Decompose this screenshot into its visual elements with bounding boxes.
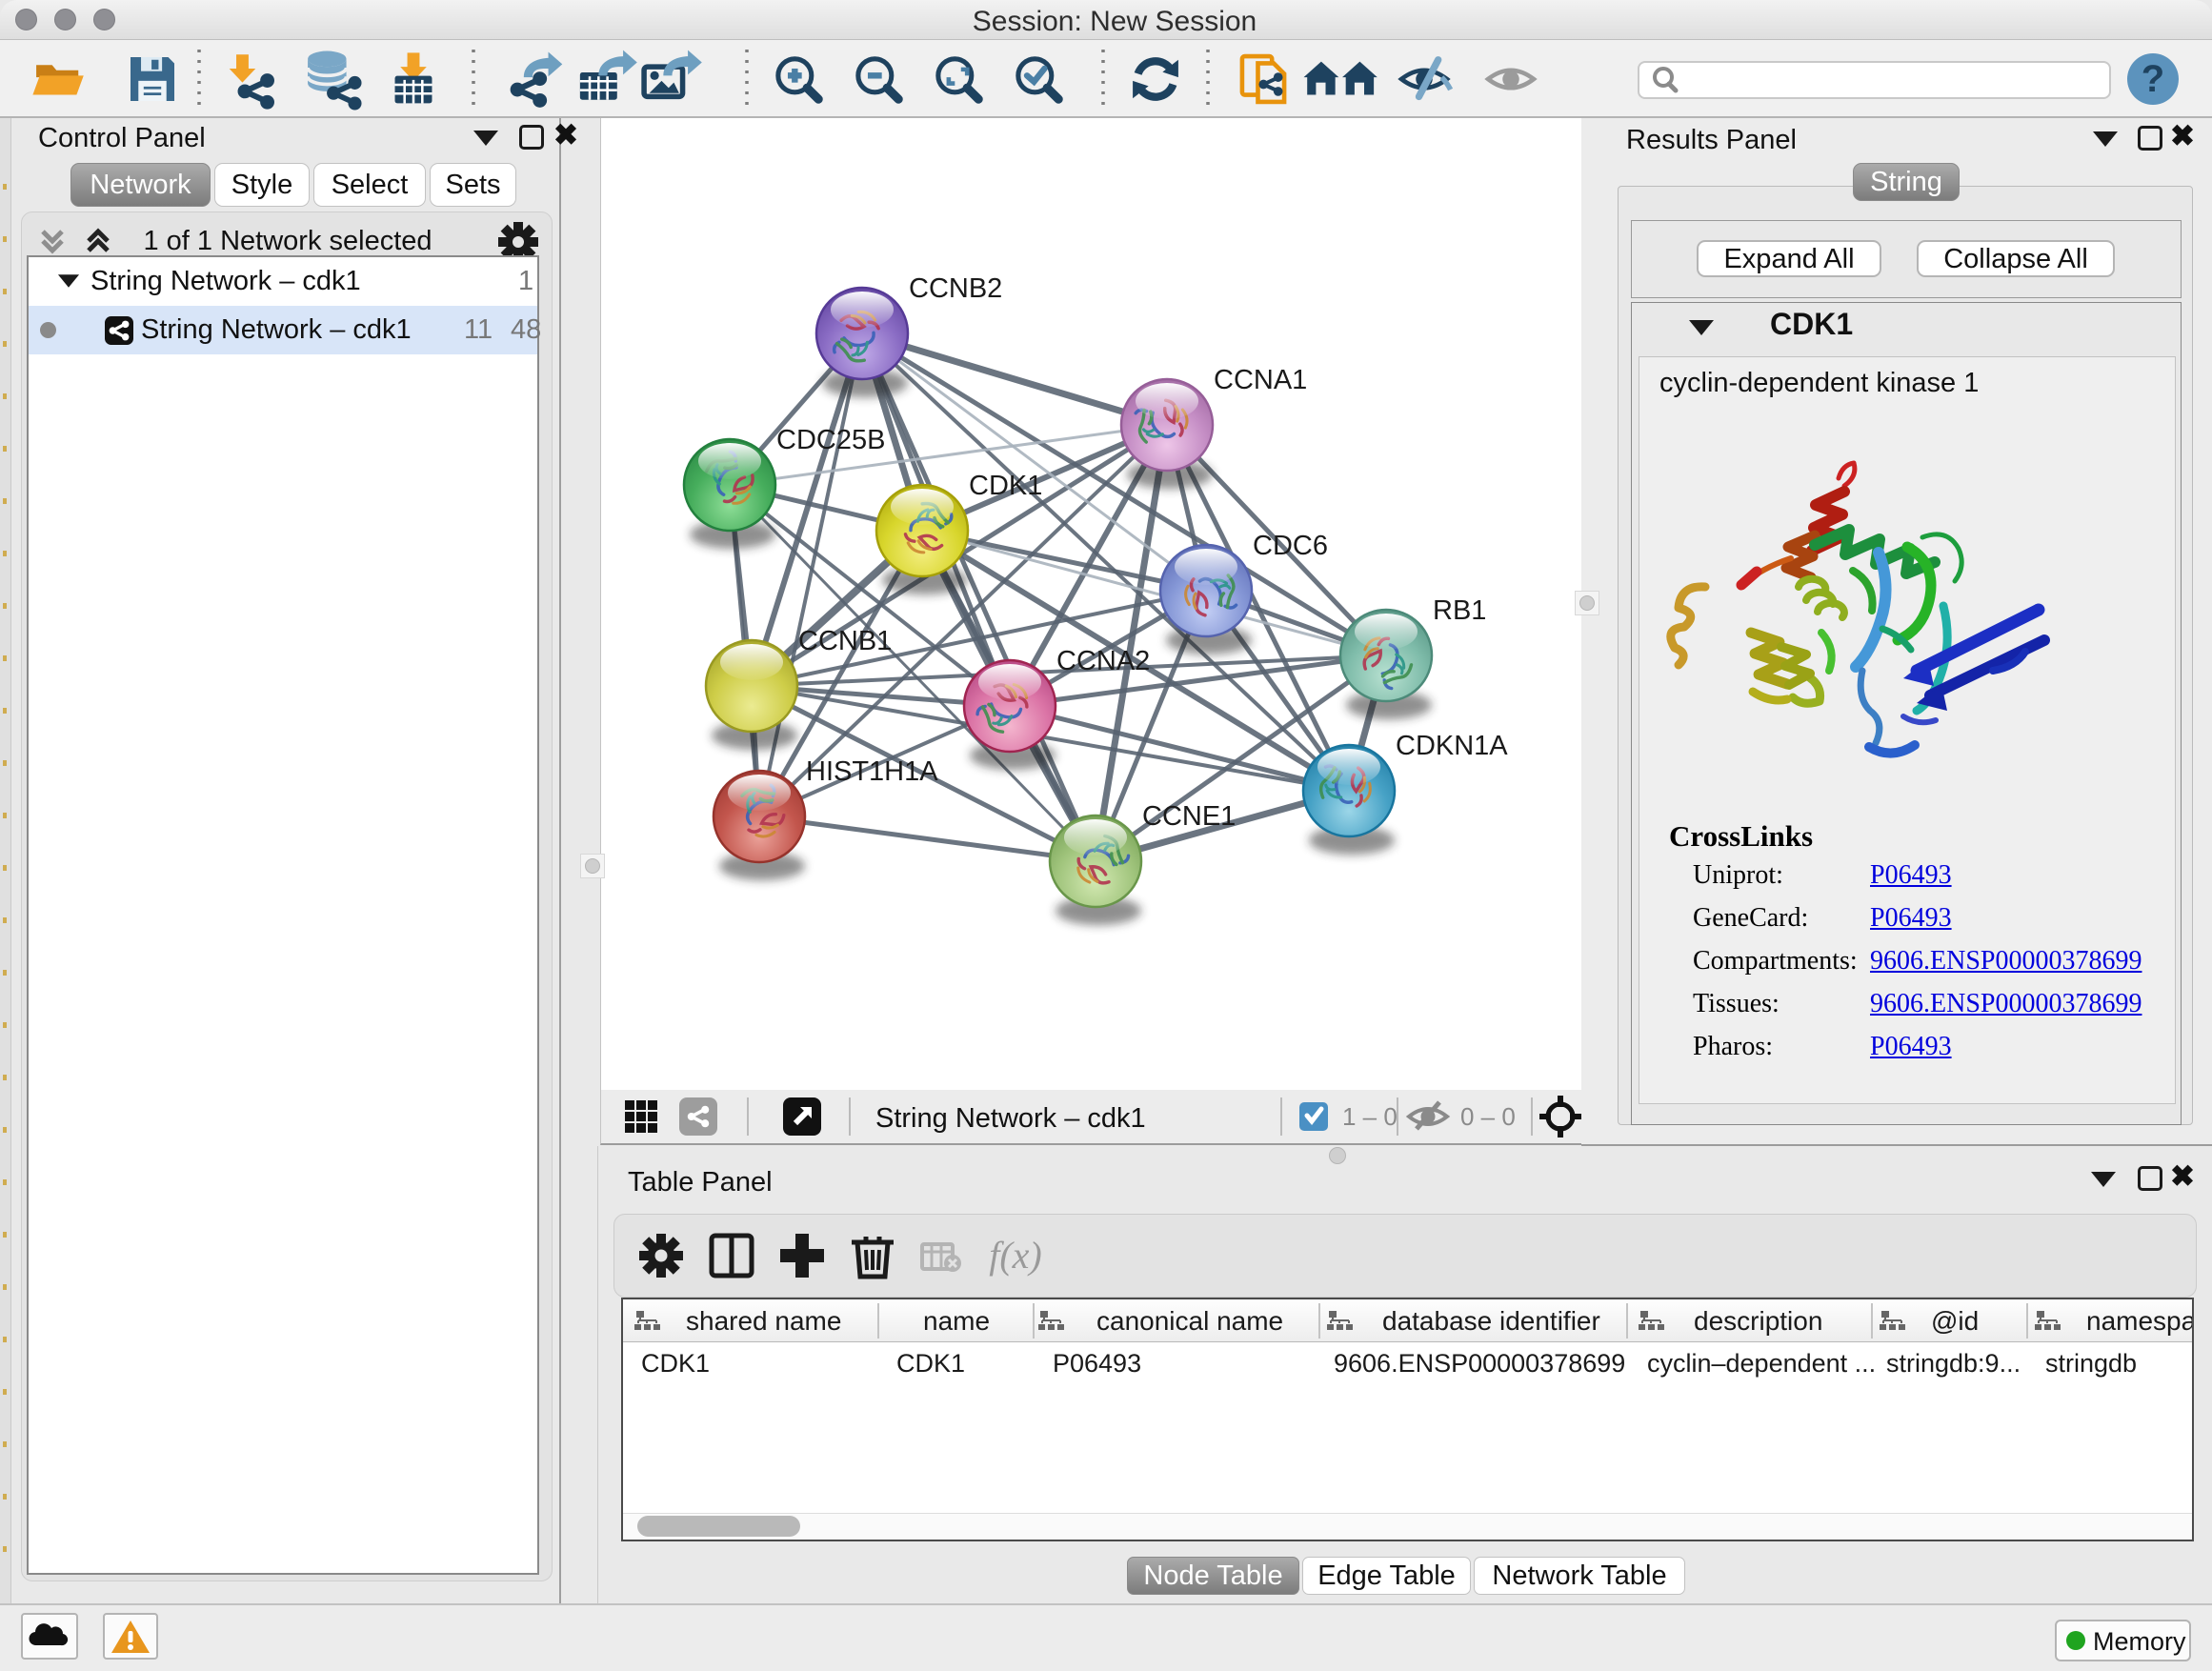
svg-text:@id: @id xyxy=(1931,1306,1979,1336)
svg-text:CCNB1: CCNB1 xyxy=(798,626,892,656)
svg-text:canonical name: canonical name xyxy=(1096,1306,1283,1336)
svg-text:CCNA2: CCNA2 xyxy=(1056,646,1150,676)
svg-text:String Network – cdk1: String Network – cdk1 xyxy=(875,1103,1146,1134)
svg-text:stringdb:9...: stringdb:9... xyxy=(1886,1349,2021,1378)
svg-text:?: ? xyxy=(2142,58,2164,100)
svg-text:CDC6: CDC6 xyxy=(1253,531,1328,561)
svg-text:name: name xyxy=(923,1306,990,1336)
svg-text:P06493: P06493 xyxy=(1053,1349,1141,1378)
svg-text:RB1: RB1 xyxy=(1433,595,1486,626)
svg-text:CDK1: CDK1 xyxy=(641,1349,710,1378)
svg-text:0 – 0: 0 – 0 xyxy=(1460,1102,1516,1131)
svg-text:1 – 0: 1 – 0 xyxy=(1342,1102,1398,1131)
svg-text:CCNA1: CCNA1 xyxy=(1214,365,1307,395)
svg-text:CDK1: CDK1 xyxy=(969,471,1042,501)
svg-text:namespac: namespac xyxy=(2086,1306,2192,1336)
svg-text:shared name: shared name xyxy=(686,1306,841,1336)
svg-text:HIST1H1A: HIST1H1A xyxy=(806,756,938,787)
svg-text:f(x): f(x) xyxy=(989,1234,1042,1277)
svg-text:CDKN1A: CDKN1A xyxy=(1396,731,1508,761)
svg-text:CDK1: CDK1 xyxy=(896,1349,965,1378)
svg-text:CCNB2: CCNB2 xyxy=(909,273,1002,304)
svg-text:9606.ENSP00000378699: 9606.ENSP00000378699 xyxy=(1334,1349,1625,1378)
svg-text:stringdb: stringdb xyxy=(2045,1349,2137,1378)
svg-text:description: description xyxy=(1694,1306,1822,1336)
svg-text:database identifier: database identifier xyxy=(1382,1306,1600,1336)
svg-text:CDC25B: CDC25B xyxy=(776,425,885,455)
svg-text:cyclin–dependent ...: cyclin–dependent ... xyxy=(1647,1349,1876,1378)
svg-text:CCNE1: CCNE1 xyxy=(1142,801,1236,832)
